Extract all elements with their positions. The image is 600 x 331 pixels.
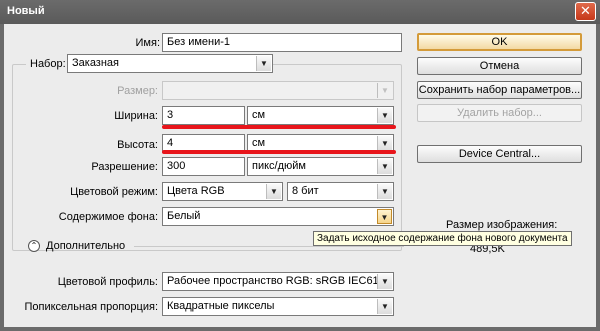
width-unit-value: см [252,109,266,121]
width-unit-dropdown[interactable]: см ▼ [247,106,394,125]
delete-preset-button: Удалить набор... [417,104,582,122]
background-value: Белый [167,210,201,222]
advanced-separator [134,246,404,247]
chevron-down-icon[interactable]: ▼ [377,184,392,199]
height-label: Высота: [117,139,158,151]
pixel-aspect-dropdown[interactable]: Квадратные пикселы ▼ [162,297,394,316]
chevron-down-icon[interactable]: ▼ [377,159,392,174]
close-icon[interactable]: ✕ [575,2,596,21]
width-input[interactable]: 3 [162,106,245,125]
size-dropdown: ▼ [162,81,394,100]
background-tooltip: Задать исходное содержание фона нового д… [313,231,572,246]
width-label: Ширина: [114,110,158,122]
dialog-body: Имя: Без имени-1 Набор: Заказная ▼ Разме… [4,24,596,327]
color-mode-label: Цветовой режим: [70,186,158,198]
device-central-button[interactable]: Device Central... [417,145,582,163]
height-unit-value: см [252,137,266,149]
resolution-unit-value: пикс/дюйм [252,160,306,172]
pixel-aspect-value: Квадратные пикселы [167,300,275,312]
chevron-down-icon: ▼ [377,83,392,98]
color-mode-value: Цвета RGB [167,185,225,197]
advanced-label[interactable]: Дополнительно [46,240,125,252]
new-document-dialog: Новый ✕ Имя: Без имени-1 Набор: Заказная… [0,0,600,331]
ok-button[interactable]: OK [417,33,582,51]
preset-value: Заказная [72,57,120,69]
color-profile-value: Рабочее пространство RGB: sRGB IEC61... [167,275,388,287]
size-label: Размер: [117,85,158,97]
name-input[interactable]: Без имени-1 [162,33,402,52]
resolution-label: Разрешение: [91,161,158,173]
bit-depth-dropdown[interactable]: 8 бит ▼ [287,182,394,201]
save-preset-button[interactable]: Сохранить набор параметров... [417,81,582,99]
color-profile-dropdown[interactable]: Рабочее пространство RGB: sRGB IEC61... … [162,272,394,291]
chevron-down-icon[interactable]: ▼ [266,184,281,199]
preset-dropdown[interactable]: Заказная ▼ [67,54,273,73]
red-underline-width [162,125,396,129]
color-profile-label: Цветовой профиль: [57,276,158,288]
chevron-down-icon[interactable]: ▼ [377,209,392,224]
bit-depth-value: 8 бит [292,185,319,197]
preset-label: Набор: [26,58,70,70]
chevron-down-icon[interactable]: ▼ [256,56,271,71]
resolution-input[interactable]: 300 [162,157,245,176]
chevron-down-icon[interactable]: ▼ [377,299,392,314]
background-dropdown[interactable]: Белый ▼ [162,207,394,226]
collapse-icon[interactable]: ⌃ [28,240,40,252]
background-label: Содержимое фона: [58,211,158,223]
chevron-down-icon[interactable]: ▼ [377,136,392,151]
title-bar[interactable]: Новый ✕ [0,0,600,24]
chevron-down-icon[interactable]: ▼ [377,108,392,123]
window-title: Новый [7,5,45,17]
resolution-unit-dropdown[interactable]: пикс/дюйм ▼ [247,157,394,176]
cancel-button[interactable]: Отмена [417,57,582,75]
image-size-label: Размер изображения: [446,219,558,231]
color-mode-dropdown[interactable]: Цвета RGB ▼ [162,182,283,201]
pixel-aspect-label: Попиксельная пропорция: [24,301,158,313]
chevron-down-icon[interactable]: ▼ [377,274,392,289]
red-underline-height [162,150,396,154]
name-label: Имя: [135,37,160,49]
